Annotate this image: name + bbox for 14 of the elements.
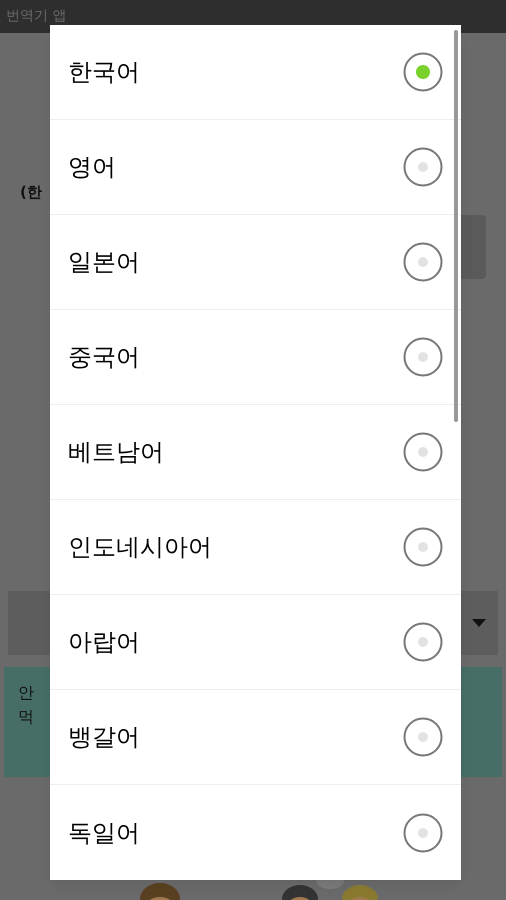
note-text: 먹 xyxy=(18,706,34,728)
language-option[interactable]: 아랍어 xyxy=(50,595,461,690)
language-option[interactable]: 중국어 xyxy=(50,310,461,405)
language-option[interactable]: 독일어 xyxy=(50,785,461,880)
language-option[interactable]: 한국어 xyxy=(50,25,461,120)
language-option[interactable]: 영어 xyxy=(50,120,461,215)
language-option[interactable]: 일본어 xyxy=(50,215,461,310)
app-title: 번역기 앱 xyxy=(6,7,66,26)
field-label: (한 xyxy=(20,182,43,203)
dropdown-triangle-icon xyxy=(472,619,486,627)
language-option[interactable]: 인도네시아어 xyxy=(50,500,461,595)
note-text: 안 xyxy=(18,682,34,704)
language-option[interactable]: 뱅갈어 xyxy=(50,690,461,785)
language-option[interactable]: 베트남어 xyxy=(50,405,461,500)
